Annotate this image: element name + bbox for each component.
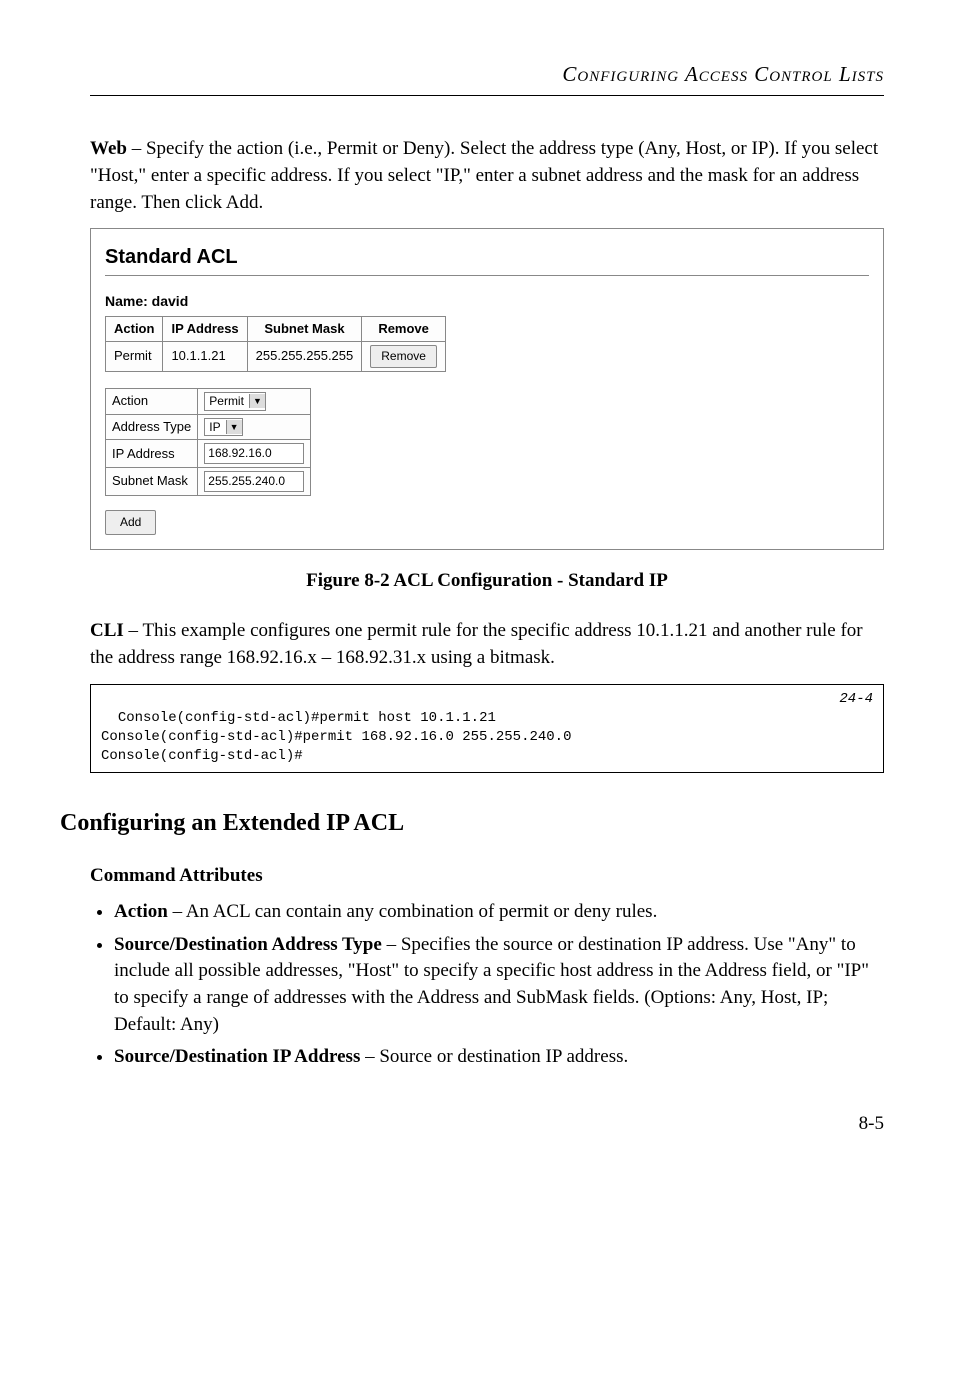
cli-label: CLI [90,620,124,641]
form-label-ip: IP Address [106,440,198,468]
subheading: Command Attributes [90,863,884,890]
subnet-mask-input[interactable]: 255.255.240.0 [204,471,304,492]
panel-rule [105,275,869,276]
cli-code-block: 24-4 Console(config-std-acl)#permit host … [90,684,884,774]
panel-name-line: Name: david [105,292,869,312]
acl-form: Action Permit ▼ Address Type IP ▼ IP Add… [105,388,311,496]
code-lines: Console(config-std-acl)#permit host 10.1… [101,710,571,764]
table-row: Permit 10.1.1.21 255.255.255.255 Remove [106,341,446,371]
th-mask: Subnet Mask [247,316,362,341]
address-type-dropdown-value: IP [209,419,220,436]
table-header-row: Action IP Address Subnet Mask Remove [106,316,446,341]
action-dropdown[interactable]: Permit ▼ [204,392,266,411]
panel-title: Standard ACL [105,243,869,271]
cell-mask: 255.255.255.255 [247,341,362,371]
web-paragraph: Web – Specify the action (i.e., Permit o… [90,136,884,216]
action-dropdown-value: Permit [209,393,244,410]
form-field-addr-type: IP ▼ [198,414,311,440]
chevron-down-icon: ▼ [226,420,242,434]
th-remove: Remove [362,316,446,341]
list-item: Source/Destination IP Address – Source o… [114,1044,884,1071]
figure-caption: Figure 8-2 ACL Configuration - Standard … [90,568,884,595]
cli-paragraph: CLI – This example configures one permit… [90,618,884,671]
running-header-text: Configuring Access Control Lists [562,62,884,86]
cell-action: Permit [106,341,163,371]
bullet-text: – An ACL can contain any combination of … [168,901,658,922]
page-number: 8-5 [90,1111,884,1138]
th-action: Action [106,316,163,341]
code-reference: 24-4 [839,690,873,709]
remove-button[interactable]: Remove [370,345,437,368]
cli-text: – This example configures one permit rul… [90,620,863,668]
address-type-dropdown[interactable]: IP ▼ [204,418,242,437]
web-label: Web [90,138,127,159]
web-text: – Specify the action (i.e., Permit or De… [90,138,878,212]
bullet-text: – Source or destination IP address. [360,1046,628,1067]
form-field-ip: 168.92.16.0 [198,440,311,468]
cell-remove: Remove [362,341,446,371]
running-header: Configuring Access Control Lists [90,60,884,89]
form-label-mask: Subnet Mask [106,468,198,496]
form-label-addr-type: Address Type [106,414,198,440]
bullet-label: Action [114,901,168,922]
ip-address-input[interactable]: 168.92.16.0 [204,443,304,464]
cell-ip: 10.1.1.21 [163,341,247,371]
form-field-mask: 255.255.240.0 [198,468,311,496]
bullet-label: Source/Destination Address Type [114,934,382,955]
acl-rules-table: Action IP Address Subnet Mask Remove Per… [105,316,446,372]
form-label-action: Action [106,388,198,414]
list-item: Action – An ACL can contain any combinat… [114,899,884,926]
list-item: Source/Destination Address Type – Specif… [114,932,884,1038]
section-title: Configuring an Extended IP ACL [60,807,884,841]
standard-acl-panel: Standard ACL Name: david Action IP Addre… [90,228,884,550]
th-ip: IP Address [163,316,247,341]
header-rule [90,95,884,96]
bullet-label: Source/Destination IP Address [114,1046,360,1067]
chevron-down-icon: ▼ [249,394,265,408]
add-button[interactable]: Add [105,510,156,535]
form-field-action: Permit ▼ [198,388,311,414]
attribute-list: Action – An ACL can contain any combinat… [90,899,884,1071]
